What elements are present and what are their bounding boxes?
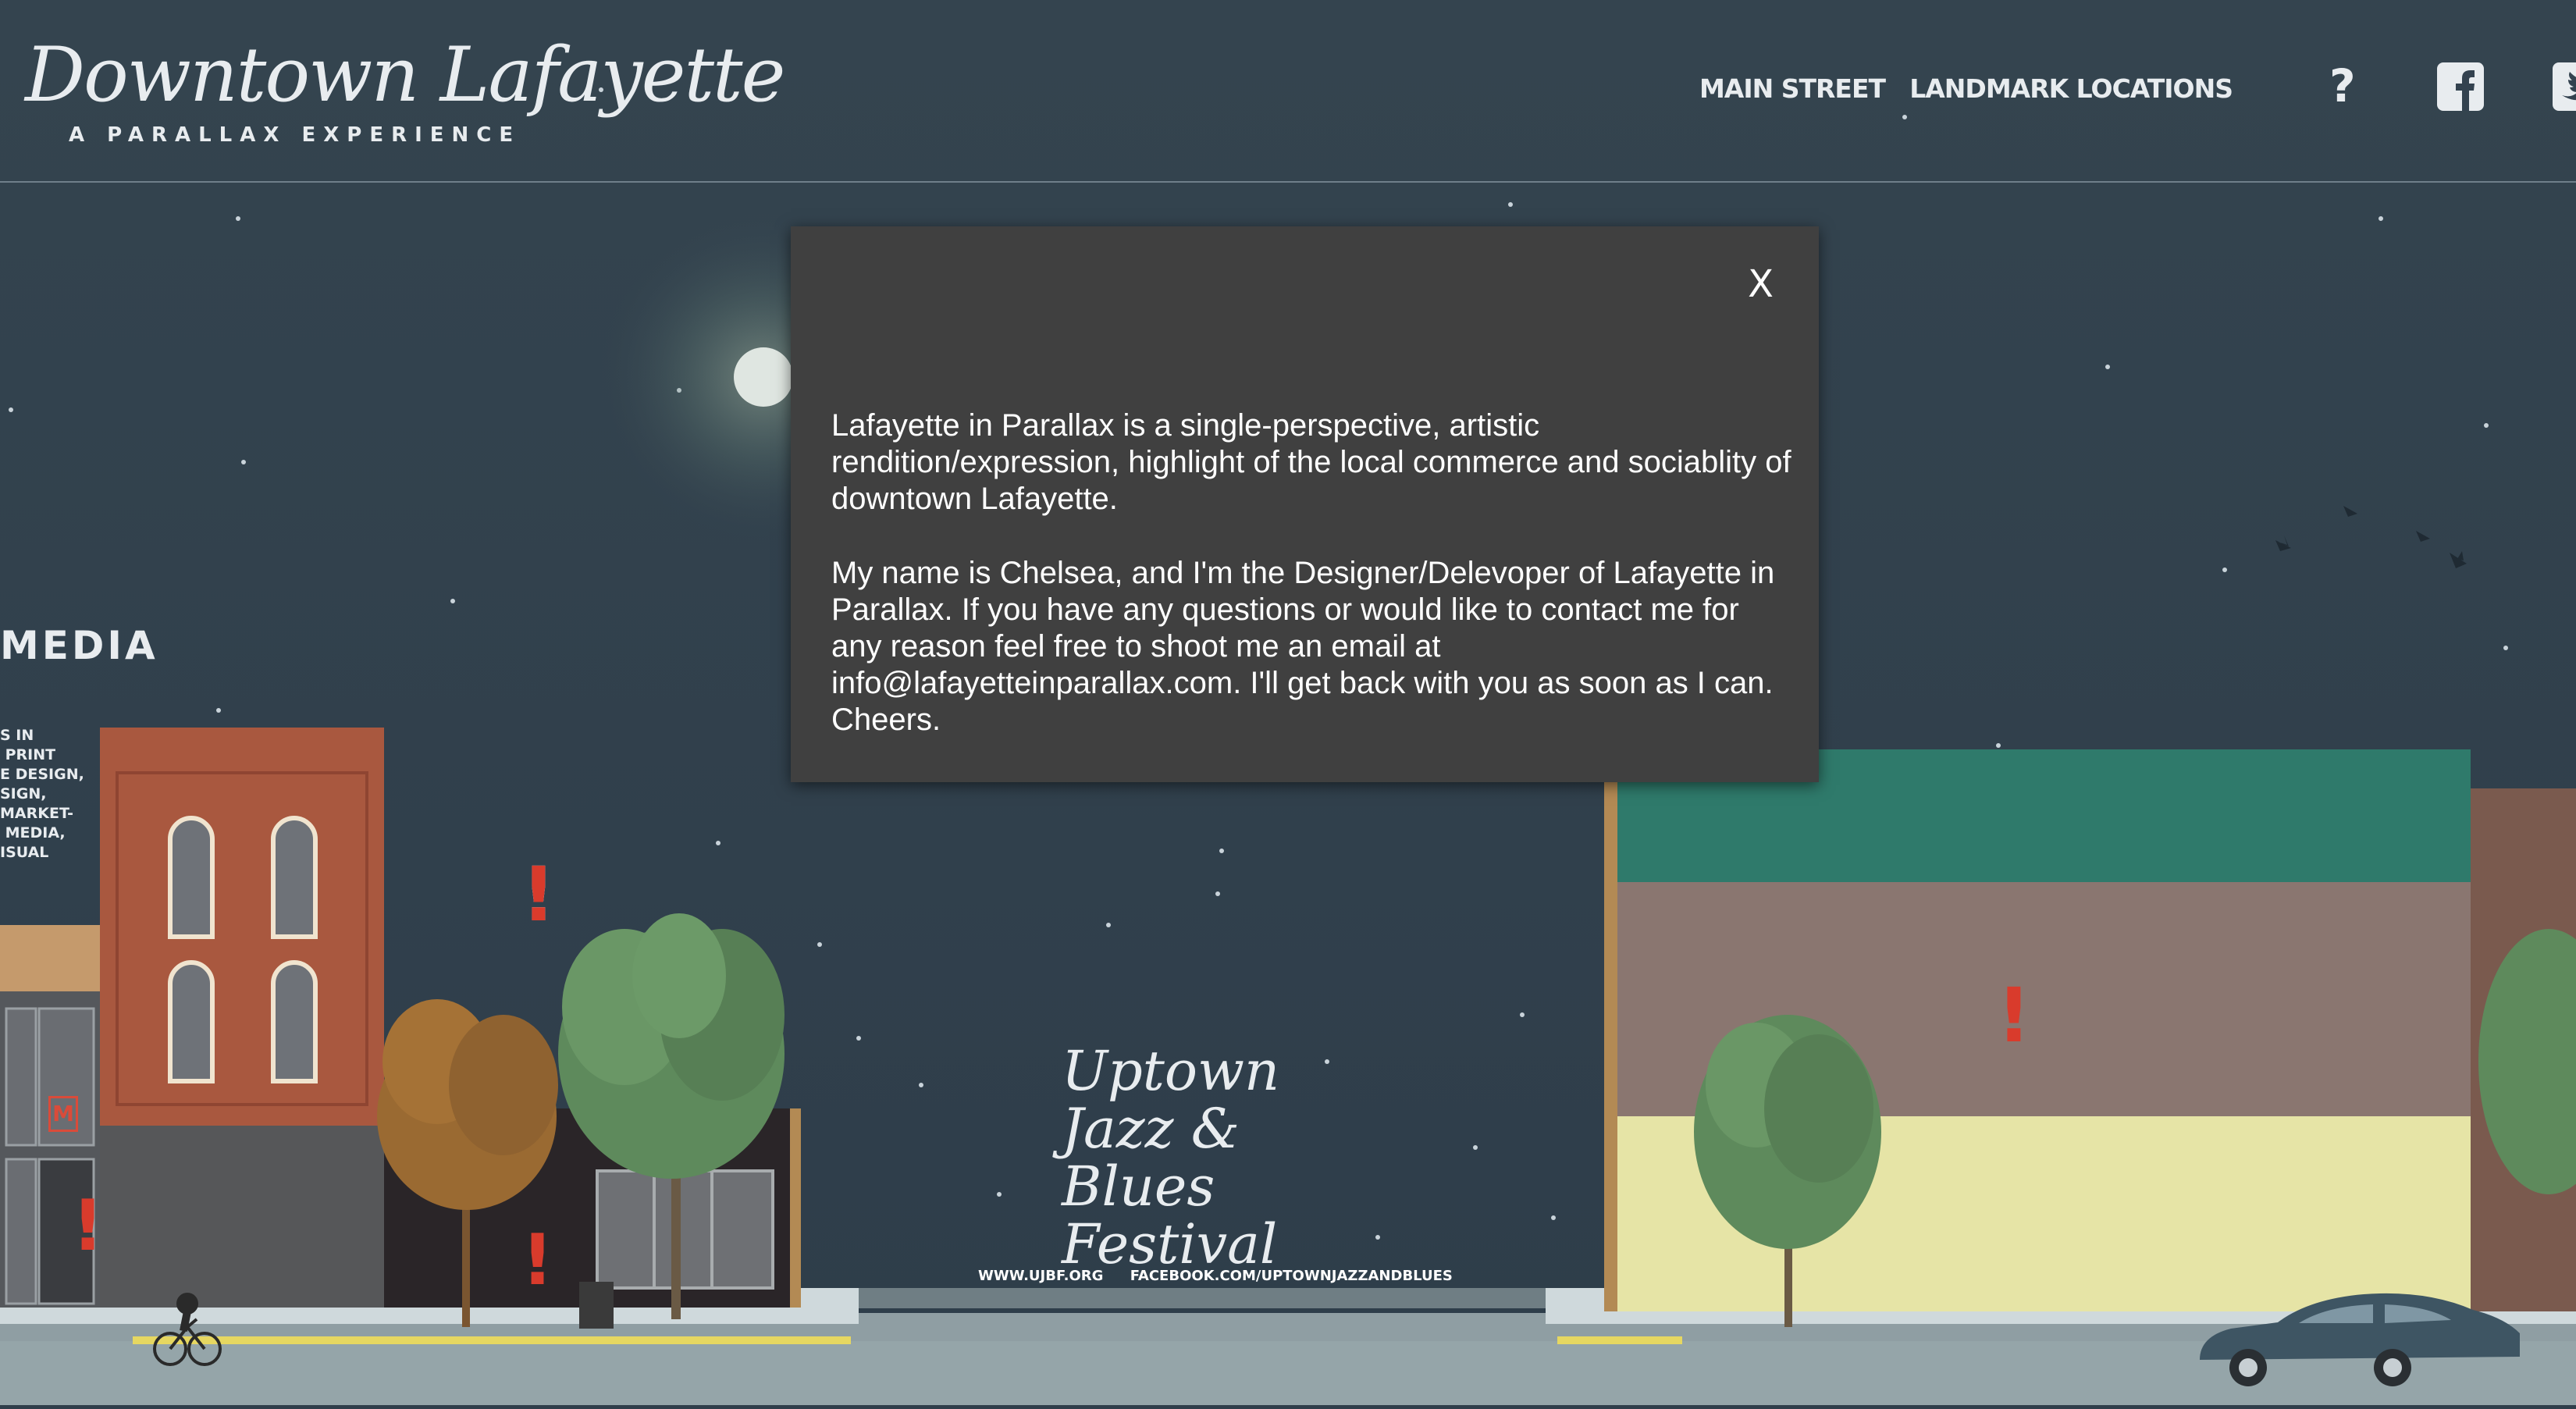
logo-title[interactable]: Downtown Lafayette: [25, 31, 785, 119]
brick-building: [100, 728, 384, 1126]
far-curb: [859, 1288, 1546, 1308]
facebook-icon-svg: [2437, 62, 2484, 111]
twitter-icon[interactable]: [2553, 62, 2576, 111]
marker-symbol: !: [1997, 972, 2031, 1059]
modal-paragraph-2: My name is Chelsea, and I'm the Designer…: [831, 556, 1775, 737]
logo-subtitle: A PARALLAX EXPERIENCE: [69, 123, 521, 147]
festival-website-link[interactable]: WWW.UJBF.ORG: [978, 1268, 1103, 1284]
tan-awning: [0, 925, 100, 991]
modal-close-button[interactable]: X: [1748, 262, 1774, 306]
about-modal: X Lafayette in Parallax is a single-pers…: [791, 226, 1819, 782]
curb-line-right: [1557, 1336, 1682, 1344]
location-marker-3[interactable]: !: [521, 1219, 553, 1301]
modal-body: Lafayette in Parallax is a single-perspe…: [831, 407, 1791, 776]
trash-can: [579, 1282, 614, 1329]
location-marker-2[interactable]: !: [72, 1185, 104, 1267]
help-icon-glyph: ?: [2329, 59, 2356, 112]
building-description: S IN PRINT E DESIGN, SIGN, MARKET- MEDIA…: [0, 727, 84, 861]
street: [0, 1341, 2576, 1405]
twitter-icon-svg: [2553, 62, 2576, 111]
building-sign: MEDIA: [0, 623, 158, 668]
festival-links: WWW.UJBF.ORG FACEBOOK.COM/UPTOWNJAZZANDB…: [978, 1268, 1475, 1284]
location-marker-4[interactable]: !: [1997, 972, 2031, 1059]
curb-line-left: [133, 1336, 851, 1344]
facebook-icon[interactable]: [2437, 62, 2484, 111]
nav-landmark-locations[interactable]: LANDMARK LOCATIONS: [1909, 73, 2233, 104]
shop-logo-letter: M: [52, 1101, 74, 1126]
nav-main-street[interactable]: MAIN STREET: [1699, 73, 1886, 104]
site-header: Downtown Lafayette A PARALLAX EXPERIENCE…: [0, 0, 2576, 183]
help-icon[interactable]: ?: [2320, 59, 2367, 112]
marker-symbol: !: [521, 1219, 554, 1301]
marker-symbol: !: [72, 1185, 105, 1267]
location-marker-1[interactable]: !: [521, 851, 556, 938]
marker-symbol: !: [521, 851, 556, 938]
festival-title: Uptown Jazz & Blues Festival: [1062, 1039, 1280, 1276]
shop-logo: M: [48, 1096, 78, 1132]
moon: [734, 347, 793, 407]
festival-facebook-link[interactable]: FACEBOOK.COM/UPTOWNJAZZANDBLUES: [1130, 1268, 1453, 1284]
modal-paragraph-1: Lafayette in Parallax is a single-perspe…: [831, 408, 1791, 516]
